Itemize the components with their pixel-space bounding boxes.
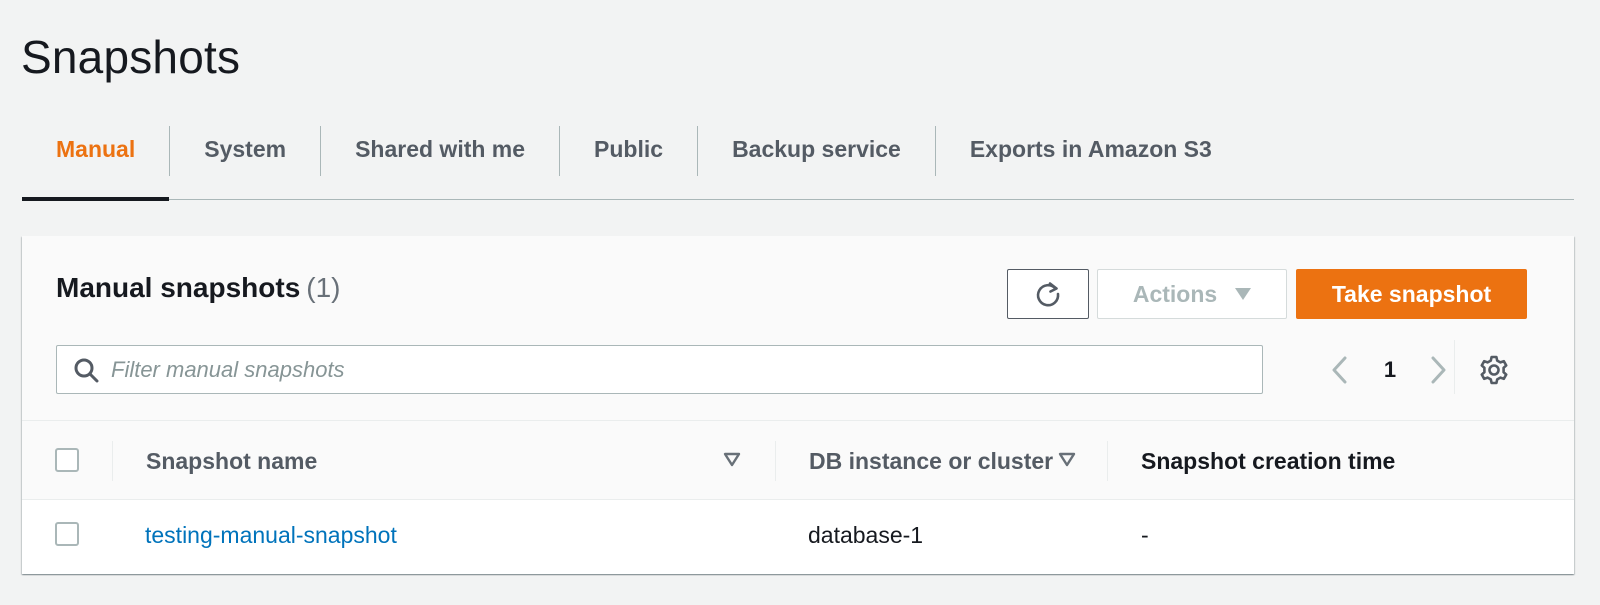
column-header-creation-time[interactable]: Snapshot creation time [1141,421,1395,501]
caret-down-icon [1235,288,1252,300]
table-header: Snapshot name DB instance or cluster Sna… [22,420,1574,500]
actions-dropdown[interactable]: Actions [1097,269,1287,319]
row-checkbox[interactable] [55,522,79,546]
column-label: DB instance or cluster [809,447,1054,474]
column-header-snapshot-name[interactable]: Snapshot name [146,421,317,501]
tab-label: Exports in Amazon S3 [969,135,1212,162]
tab-exports-in-amazon-s3[interactable]: Exports in Amazon S3 [936,122,1246,200]
column-divider [112,441,113,481]
column-divider [1107,441,1108,481]
snapshots-page: Snapshots Manual System Shared with me P… [0,0,1600,605]
tab-public[interactable]: Public [560,122,697,200]
tab-label: Manual [56,135,136,162]
creation-time-cell: - [1141,521,1149,548]
tab-manual[interactable]: Manual [22,122,170,201]
table-row[interactable]: testing-manual-snapshot database-1 - [22,500,1574,574]
select-all-checkbox[interactable] [55,448,79,472]
refresh-button[interactable] [1007,269,1089,319]
manual-snapshots-panel: Manual snapshots (1) Actions Take snapsho… [22,236,1574,574]
filter-box [56,345,1263,394]
tab-label: Backup service [732,135,901,162]
tab-system[interactable]: System [170,122,320,200]
refresh-icon [1036,282,1060,307]
db-instance-cell: database-1 [808,521,924,548]
snapshot-count: (1) [306,272,341,303]
snapshot-tabs: Manual System Shared with me Public Back… [22,122,1574,201]
take-snapshot-button[interactable]: Take snapshot [1296,269,1527,319]
previous-page-button[interactable] [1330,345,1350,394]
panel-title: Manual snapshots (1) [56,272,341,304]
tab-backup-service[interactable]: Backup service [698,122,935,200]
tab-label: Shared with me [355,135,526,162]
snapshot-name-link[interactable]: testing-manual-snapshot [145,500,397,570]
tab-label: Public [594,135,664,162]
column-divider [775,441,776,481]
page-title: Snapshots [21,31,241,83]
chevron-left-icon [1332,356,1347,383]
chevron-right-icon [1431,356,1446,383]
next-page-button[interactable] [1428,345,1448,394]
filter-input[interactable] [111,356,1211,383]
page-number[interactable]: 1 [1380,345,1400,394]
panel-header: Manual snapshots (1) Actions Take snapsho… [22,236,1574,420]
take-snapshot-label: Take snapshot [1331,280,1492,307]
tab-shared-with-me[interactable]: Shared with me [321,122,559,200]
search-icon [74,358,99,382]
tab-label: System [204,135,287,162]
column-label: Snapshot name [146,447,318,474]
pager-divider [1454,340,1455,394]
actions-label: Actions [1132,280,1218,307]
panel-title-text: Manual snapshots [56,272,301,303]
gear-icon[interactable] [1477,353,1511,387]
column-label: Snapshot creation time [1141,447,1396,474]
sort-down-icon[interactable] [723,452,741,468]
column-header-db-instance[interactable]: DB instance or cluster [809,421,1053,501]
sort-down-icon[interactable] [1058,452,1076,468]
